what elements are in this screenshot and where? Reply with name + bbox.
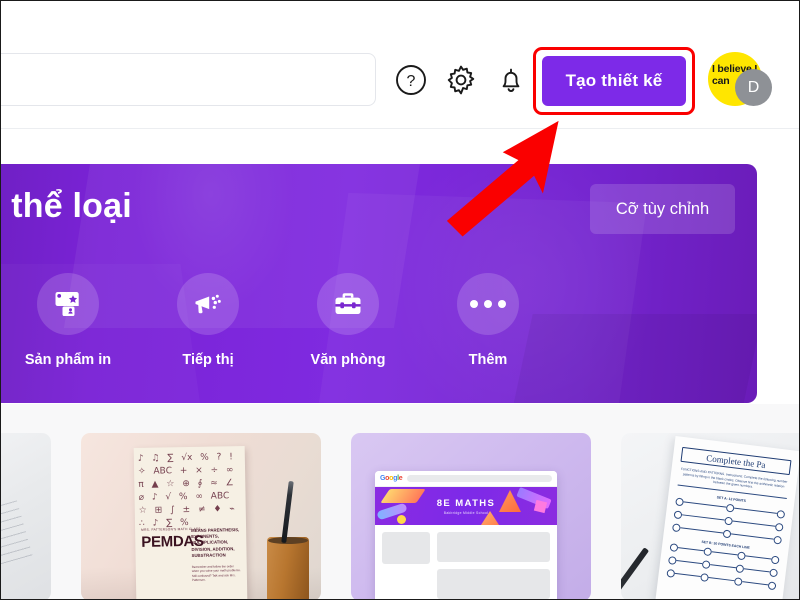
canva-homepage-screenshot: ? Tạo thiết kế I believe I can D thể loạ… [0, 0, 800, 600]
ellipsis-icon [457, 273, 519, 335]
template-card[interactable] [1, 433, 51, 599]
avatar-group[interactable]: I believe I can D [708, 52, 774, 106]
search-input[interactable] [1, 53, 376, 106]
avatar-initial[interactable]: D [735, 69, 772, 106]
category-label: Thêm [468, 352, 508, 368]
briefcase-icon [317, 273, 379, 335]
template-card[interactable]: ♪ ♫ ∑ √x % ? ! ✧ ABC + × ÷ ∞ π ▲ ☆ ⊕ ∮ ≈… [81, 433, 321, 599]
pencil-cup [267, 537, 309, 599]
app-header: ? Tạo thiết kế I believe I can D [1, 2, 799, 129]
category-item-print-products[interactable]: Sản phẩm in [9, 273, 127, 368]
poster-definition: MEANS PARENTHESIS, EXPONENTS, MULTIPLICA… [191, 527, 240, 558]
create-design-button[interactable]: Tạo thiết kế [542, 56, 686, 106]
classroom-hero-banner: 8E MATHS Bakbridge Middle School [375, 487, 557, 525]
template-card-strip: ♪ ♫ ∑ √x % ? ! ✧ ABC + × ÷ ∞ π ▲ ☆ ⊕ ∮ ≈… [1, 404, 799, 599]
svg-text:?: ? [407, 73, 416, 90]
template-thumbnail [1, 433, 51, 599]
hero-shape [397, 515, 406, 524]
classroom-left-column [382, 532, 430, 599]
pencil-icon [621, 547, 650, 599]
poster-mockup: ♪ ♫ ∑ √x % ? ! ✧ ABC + × ÷ ∞ π ▲ ☆ ⊕ ∮ ≈… [133, 446, 248, 599]
browser-address-bar [407, 475, 552, 482]
google-logo-icon: Google [380, 475, 403, 482]
content-placeholder [382, 532, 430, 564]
megaphone-icon [177, 273, 239, 335]
classroom-body [375, 525, 557, 599]
help-icon[interactable]: ? [394, 63, 428, 97]
poster-text-block: MRS. PATTERSON'S MATH CLASS PEMDAS MEANS… [141, 526, 241, 582]
bell-icon[interactable] [494, 63, 528, 97]
template-card[interactable]: Complete the Pa FUNCTIONS AND PATTERNS. … [621, 433, 799, 599]
template-thumbnail: Google 8E MATHS Bakbridge Middle School [351, 433, 591, 599]
poster-subtext: Remember and follow the order when you s… [191, 564, 241, 583]
banner-heading: ọi thể loại [1, 187, 132, 225]
gear-icon[interactable] [444, 63, 478, 97]
content-placeholder [437, 532, 550, 562]
hero-title: 8E MATHS [436, 498, 496, 509]
category-item-more[interactable]: Thêm [429, 273, 547, 368]
hero-subtitle: Bakbridge Middle School [443, 511, 489, 515]
category-item-office[interactable]: Văn phòng [289, 273, 407, 368]
template-card[interactable]: Google 8E MATHS Bakbridge Middle School [351, 433, 591, 599]
content-placeholder [437, 569, 550, 599]
template-thumbnail: ♪ ♫ ∑ √x % ? ! ✧ ABC + × ÷ ∞ π ▲ ☆ ⊕ ∮ ≈… [81, 433, 321, 599]
category-label: Văn phòng [310, 352, 386, 368]
browser-mockup: Google 8E MATHS Bakbridge Middle School [375, 471, 557, 599]
category-item-marketing[interactable]: Tiếp thị [149, 273, 267, 368]
browser-toolbar: Google [375, 471, 557, 487]
classroom-right-column [437, 532, 550, 599]
pen-icon [281, 480, 294, 544]
cards-icon [37, 273, 99, 335]
notebook-lines [1, 500, 34, 584]
worksheet-mockup: Complete the Pa FUNCTIONS AND PATTERNS. … [655, 435, 799, 599]
custom-size-button[interactable]: Cỡ tùy chỉnh [590, 184, 735, 234]
category-label: Tiếp thị [182, 352, 234, 368]
template-thumbnail: Complete the Pa FUNCTIONS AND PATTERNS. … [621, 433, 799, 599]
category-label: Sản phẩm in [24, 352, 112, 368]
